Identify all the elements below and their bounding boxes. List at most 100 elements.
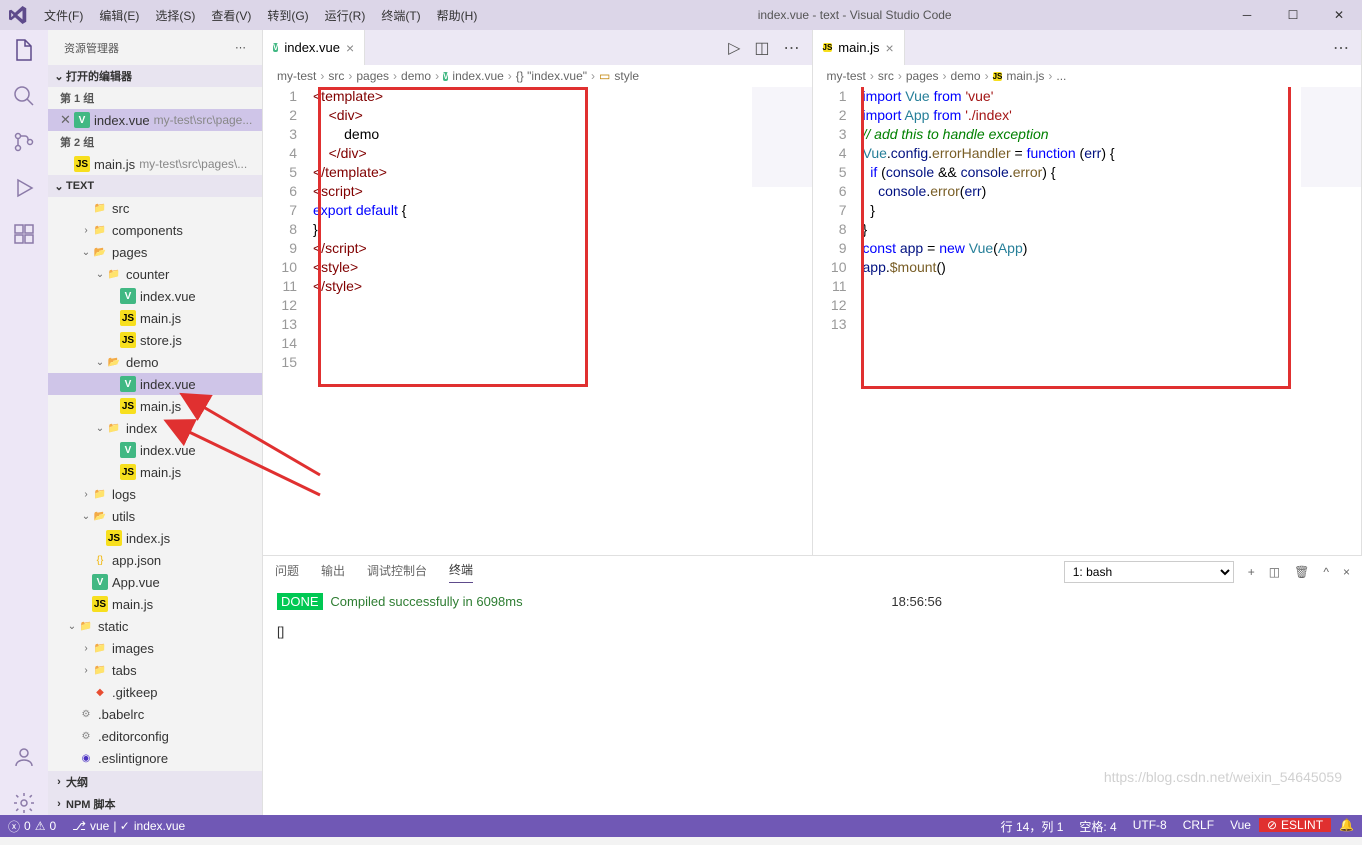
tree-item--gitkeep[interactable]: ◆.gitkeep [48,681,262,703]
terminal-timestamp: 18:56:56 [891,594,942,609]
settings-gear-icon[interactable] [12,791,36,815]
editor-pane-2: JSmain.js× ⋯ my-test› src› pages› demo› … [813,30,1362,555]
status-position[interactable]: 行 14，列 1 [993,818,1072,835]
menu-view[interactable]: 查看(V) [203,7,259,24]
npm-scripts-header[interactable]: ›NPM 脚本 [48,793,262,815]
open-editor-item[interactable]: ✕V index.vue my-test\src\page... [48,109,262,131]
tree-item--editorconfig[interactable]: ⚙.editorconfig [48,725,262,747]
tree-item-index-vue[interactable]: Vindex.vue [48,439,262,461]
vscode-logo-icon [0,6,36,24]
tree-item-tabs[interactable]: ›📁tabs [48,659,262,681]
close-icon[interactable]: × [885,40,893,56]
tree-item-index-js[interactable]: JSindex.js [48,527,262,549]
status-bar: ⓧ 0 ⚠ 0 ⎇ vue | ✓ index.vue 行 14，列 1 空格:… [0,815,1362,837]
new-terminal-icon[interactable]: + [1248,565,1255,579]
explorer-more-icon[interactable]: ⋯ [235,41,246,54]
tree-item-static[interactable]: ⌄📁static [48,615,262,637]
status-bell-icon[interactable]: 🔔 [1331,818,1362,832]
activity-bar [0,30,48,815]
terminal-panel: 问题 输出 调试控制台 终端 1: bash + ◫ 🗑 ^ × DONE Co… [263,555,1362,815]
status-eol[interactable]: CRLF [1175,818,1222,832]
tree-item-utils[interactable]: ⌄📂utils [48,505,262,527]
menu-terminal[interactable]: 终端(T) [373,7,428,24]
watermark: https://blog.csdn.net/weixin_54645059 [1104,769,1342,785]
status-spaces[interactable]: 空格: 4 [1071,818,1124,835]
menu-edit[interactable]: 编辑(E) [91,7,147,24]
titlebar: 文件(F) 编辑(E) 选择(S) 查看(V) 转到(G) 运行(R) 终端(T… [0,0,1362,30]
menu-run[interactable]: 运行(R) [317,7,374,24]
tree-item-index-vue[interactable]: Vindex.vue [48,373,262,395]
group-2-label: 第 2 组 [48,131,262,153]
panel-tab-debug[interactable]: 调试控制台 [367,562,427,583]
tree-item-main-js[interactable]: JSmain.js [48,461,262,483]
status-eslint[interactable]: ⊘ ESLINT [1259,818,1331,832]
editor-pane-1: Vindex.vue× ▷ ◫ ⋯ my-test› src› pages› d… [263,30,813,555]
tab-main-js[interactable]: JSmain.js× [813,30,905,65]
maximize-button[interactable]: ☐ [1270,0,1316,30]
status-errors[interactable]: ⓧ 0 ⚠ 0 [0,815,64,837]
menu-goto[interactable]: 转到(G) [259,7,316,24]
extensions-icon[interactable] [12,222,36,246]
minimap-icon[interactable] [752,87,812,187]
tree-item-pages[interactable]: ⌄📂pages [48,241,262,263]
account-icon[interactable] [12,745,36,769]
editor-more-icon[interactable]: ⋯ [784,38,800,58]
code-editor-2[interactable]: 12345678910111213 import Vue from 'vue'i… [813,87,1362,555]
status-branch[interactable]: ⎇ vue | ✓ index.vue [64,815,193,837]
tree-item-logs[interactable]: ›📁logs [48,483,262,505]
status-lang[interactable]: Vue [1222,818,1259,832]
run-icon[interactable]: ▷ [728,38,740,58]
split-terminal-icon[interactable]: ◫ [1269,565,1280,579]
status-encoding[interactable]: UTF-8 [1125,818,1175,832]
tree-item--babelrc[interactable]: ⚙.babelrc [48,703,262,725]
tree-item-app-json[interactable]: {}app.json [48,549,262,571]
menu-help[interactable]: 帮助(H) [429,7,486,24]
editor-more-icon[interactable]: ⋯ [1333,38,1349,58]
tree-item-src[interactable]: 📁src [48,197,262,219]
group-1-label: 第 1 组 [48,87,262,109]
tab-index-vue[interactable]: Vindex.vue× [263,30,365,65]
close-button[interactable]: ✕ [1316,0,1362,30]
tree-item-store-js[interactable]: JSstore.js [48,329,262,351]
kill-terminal-icon[interactable]: 🗑 [1294,565,1309,579]
tree-item-demo[interactable]: ⌄📂demo [48,351,262,373]
tree-item-counter[interactable]: ⌄📁counter [48,263,262,285]
tree-item-index[interactable]: ⌄📁index [48,417,262,439]
open-editor-item[interactable]: JS main.js my-test\src\pages\... [48,153,262,175]
tree-item-main-js[interactable]: JSmain.js [48,307,262,329]
terminal-cursor: [] [277,624,1348,639]
code-editor-1[interactable]: 123456789101112131415 <template> <div> d… [263,87,812,555]
explorer-icon[interactable] [12,38,36,62]
menu-file[interactable]: 文件(F) [36,7,91,24]
tree-item-components[interactable]: ›📁components [48,219,262,241]
explorer-sidebar: 资源管理器 ⋯ ⌄打开的编辑器 第 1 组 ✕V index.vue my-te… [48,30,263,815]
tree-item--eslintignore[interactable]: ◉.eslintignore [48,747,262,769]
panel-tab-problems[interactable]: 问题 [275,562,299,583]
tree-item-main-js[interactable]: JSmain.js [48,395,262,417]
terminal-shell-select[interactable]: 1: bash [1064,561,1234,583]
search-icon[interactable] [12,84,36,108]
tree-item-images[interactable]: ›📁images [48,637,262,659]
tree-item-main-js[interactable]: JSmain.js [48,593,262,615]
panel-tab-output[interactable]: 输出 [321,562,345,583]
minimize-button[interactable]: ─ [1224,0,1270,30]
close-panel-icon[interactable]: × [1343,565,1350,579]
workspace-header[interactable]: ⌄TEXT [48,175,262,197]
outline-header[interactable]: ›大纲 [48,771,262,793]
run-debug-icon[interactable] [12,176,36,200]
breadcrumb-2[interactable]: my-test› src› pages› demo› JSmain.js› ..… [813,65,1362,87]
explorer-title: 资源管理器 [64,40,119,56]
close-icon[interactable]: × [346,40,354,56]
split-editor-icon[interactable]: ◫ [754,38,769,58]
tree-item-App-vue[interactable]: VApp.vue [48,571,262,593]
menu-select[interactable]: 选择(S) [147,7,203,24]
terminal-body[interactable]: DONE Compiled successfully in 6098ms 18:… [263,588,1362,815]
source-control-icon[interactable] [12,130,36,154]
tree-item-index-vue[interactable]: Vindex.vue [48,285,262,307]
window-title: index.vue - text - Visual Studio Code [485,8,1224,22]
breadcrumb-1[interactable]: my-test› src› pages› demo› Vindex.vue› {… [263,65,812,87]
minimap-icon[interactable] [1301,87,1361,187]
maximize-panel-icon[interactable]: ^ [1323,565,1329,579]
open-editors-header[interactable]: ⌄打开的编辑器 [48,65,262,87]
panel-tab-terminal[interactable]: 终端 [449,561,473,583]
